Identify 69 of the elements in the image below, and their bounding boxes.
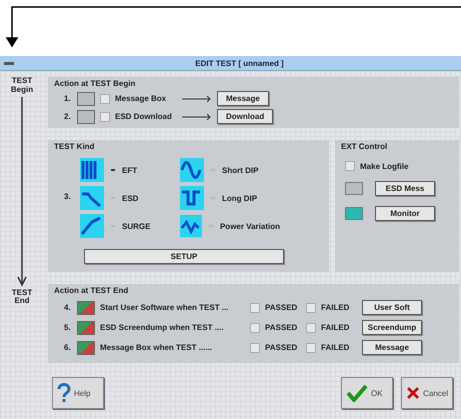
action-label: Message Box when TEST ...... [100,343,214,352]
checkbox[interactable] [250,342,260,352]
step-number: 6. [64,343,72,352]
checkbox[interactable] [250,322,260,332]
checkbox-label: FAILED [321,323,350,332]
system-menu-icon[interactable] [4,62,14,64]
panel-title: TEST Kind [54,142,94,151]
help-icon [57,383,71,403]
checkmark-icon [346,384,368,402]
step-number: 5. [64,323,72,332]
cross-icon [406,384,420,402]
action-label: Message Box [115,94,168,103]
checkbox-label: PASSED [265,303,298,312]
test-kind-label: SURGE [122,222,150,230]
checkbox[interactable] [345,161,355,171]
checkbox-label: FAILED [321,303,350,312]
waveform-icon[interactable] [80,186,104,210]
test-kind-label: Short DIP [222,166,258,174]
step-number: 4. [64,303,72,312]
checkbox[interactable] [100,94,110,104]
action-label: Start User Software when TEST ... [100,303,230,312]
checkbox-label: FAILED [321,343,350,352]
waveform-icon[interactable] [80,214,104,238]
screen-icon [77,320,95,334]
panel-title: EXT Control [341,142,388,151]
test-kind-label: Long DIP [222,194,258,202]
arrow-icon [182,114,212,120]
panel-title: Action at TEST End [54,286,128,295]
control-button[interactable]: Monitor [375,206,435,221]
test-kind-label: ESD [122,194,138,202]
checkbox[interactable] [306,342,316,352]
checkbox-label: PASSED [265,323,298,332]
timeline-end-label: TEST End [10,288,34,306]
checkbox-label: PASSED [265,343,298,352]
checkbox-label: Make Logfile [360,162,408,170]
step-number: 1. [64,94,72,103]
waveform-icon[interactable] [180,186,204,210]
screen-icon [77,300,95,314]
step-number: 3. [64,192,72,200]
control-button[interactable]: ESD Mess [375,181,435,196]
step-number: 2. [64,112,72,121]
action-button[interactable]: Screendump [362,320,422,335]
help-button[interactable]: Help [52,377,104,409]
screen-icon [77,110,95,124]
test-kind-label: EFT [122,166,138,174]
action-button[interactable]: Download [217,109,274,124]
action-label: ESD Screendump when TEST .... [100,323,225,332]
checkbox[interactable] [306,322,316,332]
waveform-icon[interactable] [80,158,104,182]
action-button[interactable]: Message [362,340,422,355]
action-button[interactable]: User Soft [362,300,422,315]
panel-title: Action at TEST Begin [54,79,136,88]
screen-icon [77,340,95,354]
setup-button[interactable]: SETUP [84,249,284,264]
selection-mark[interactable] [111,169,115,171]
checkbox[interactable] [250,302,260,312]
waveform-icon[interactable] [180,214,202,238]
waveform-icon[interactable] [180,158,204,182]
arrow-icon [182,96,212,102]
test-kind-label: Power Variation [220,222,280,230]
action-label: ESD Download [115,112,173,121]
window-title: EDIT TEST [ unnamed ] [194,58,285,68]
checkbox[interactable] [100,112,110,122]
checkbox[interactable] [306,302,316,312]
timeline-start-label: TEST Begin [10,77,34,95]
cancel-button[interactable]: Cancel [401,377,453,409]
ok-button[interactable]: OK [341,377,393,409]
screen-icon [77,92,95,106]
action-button[interactable]: Message [217,91,269,106]
